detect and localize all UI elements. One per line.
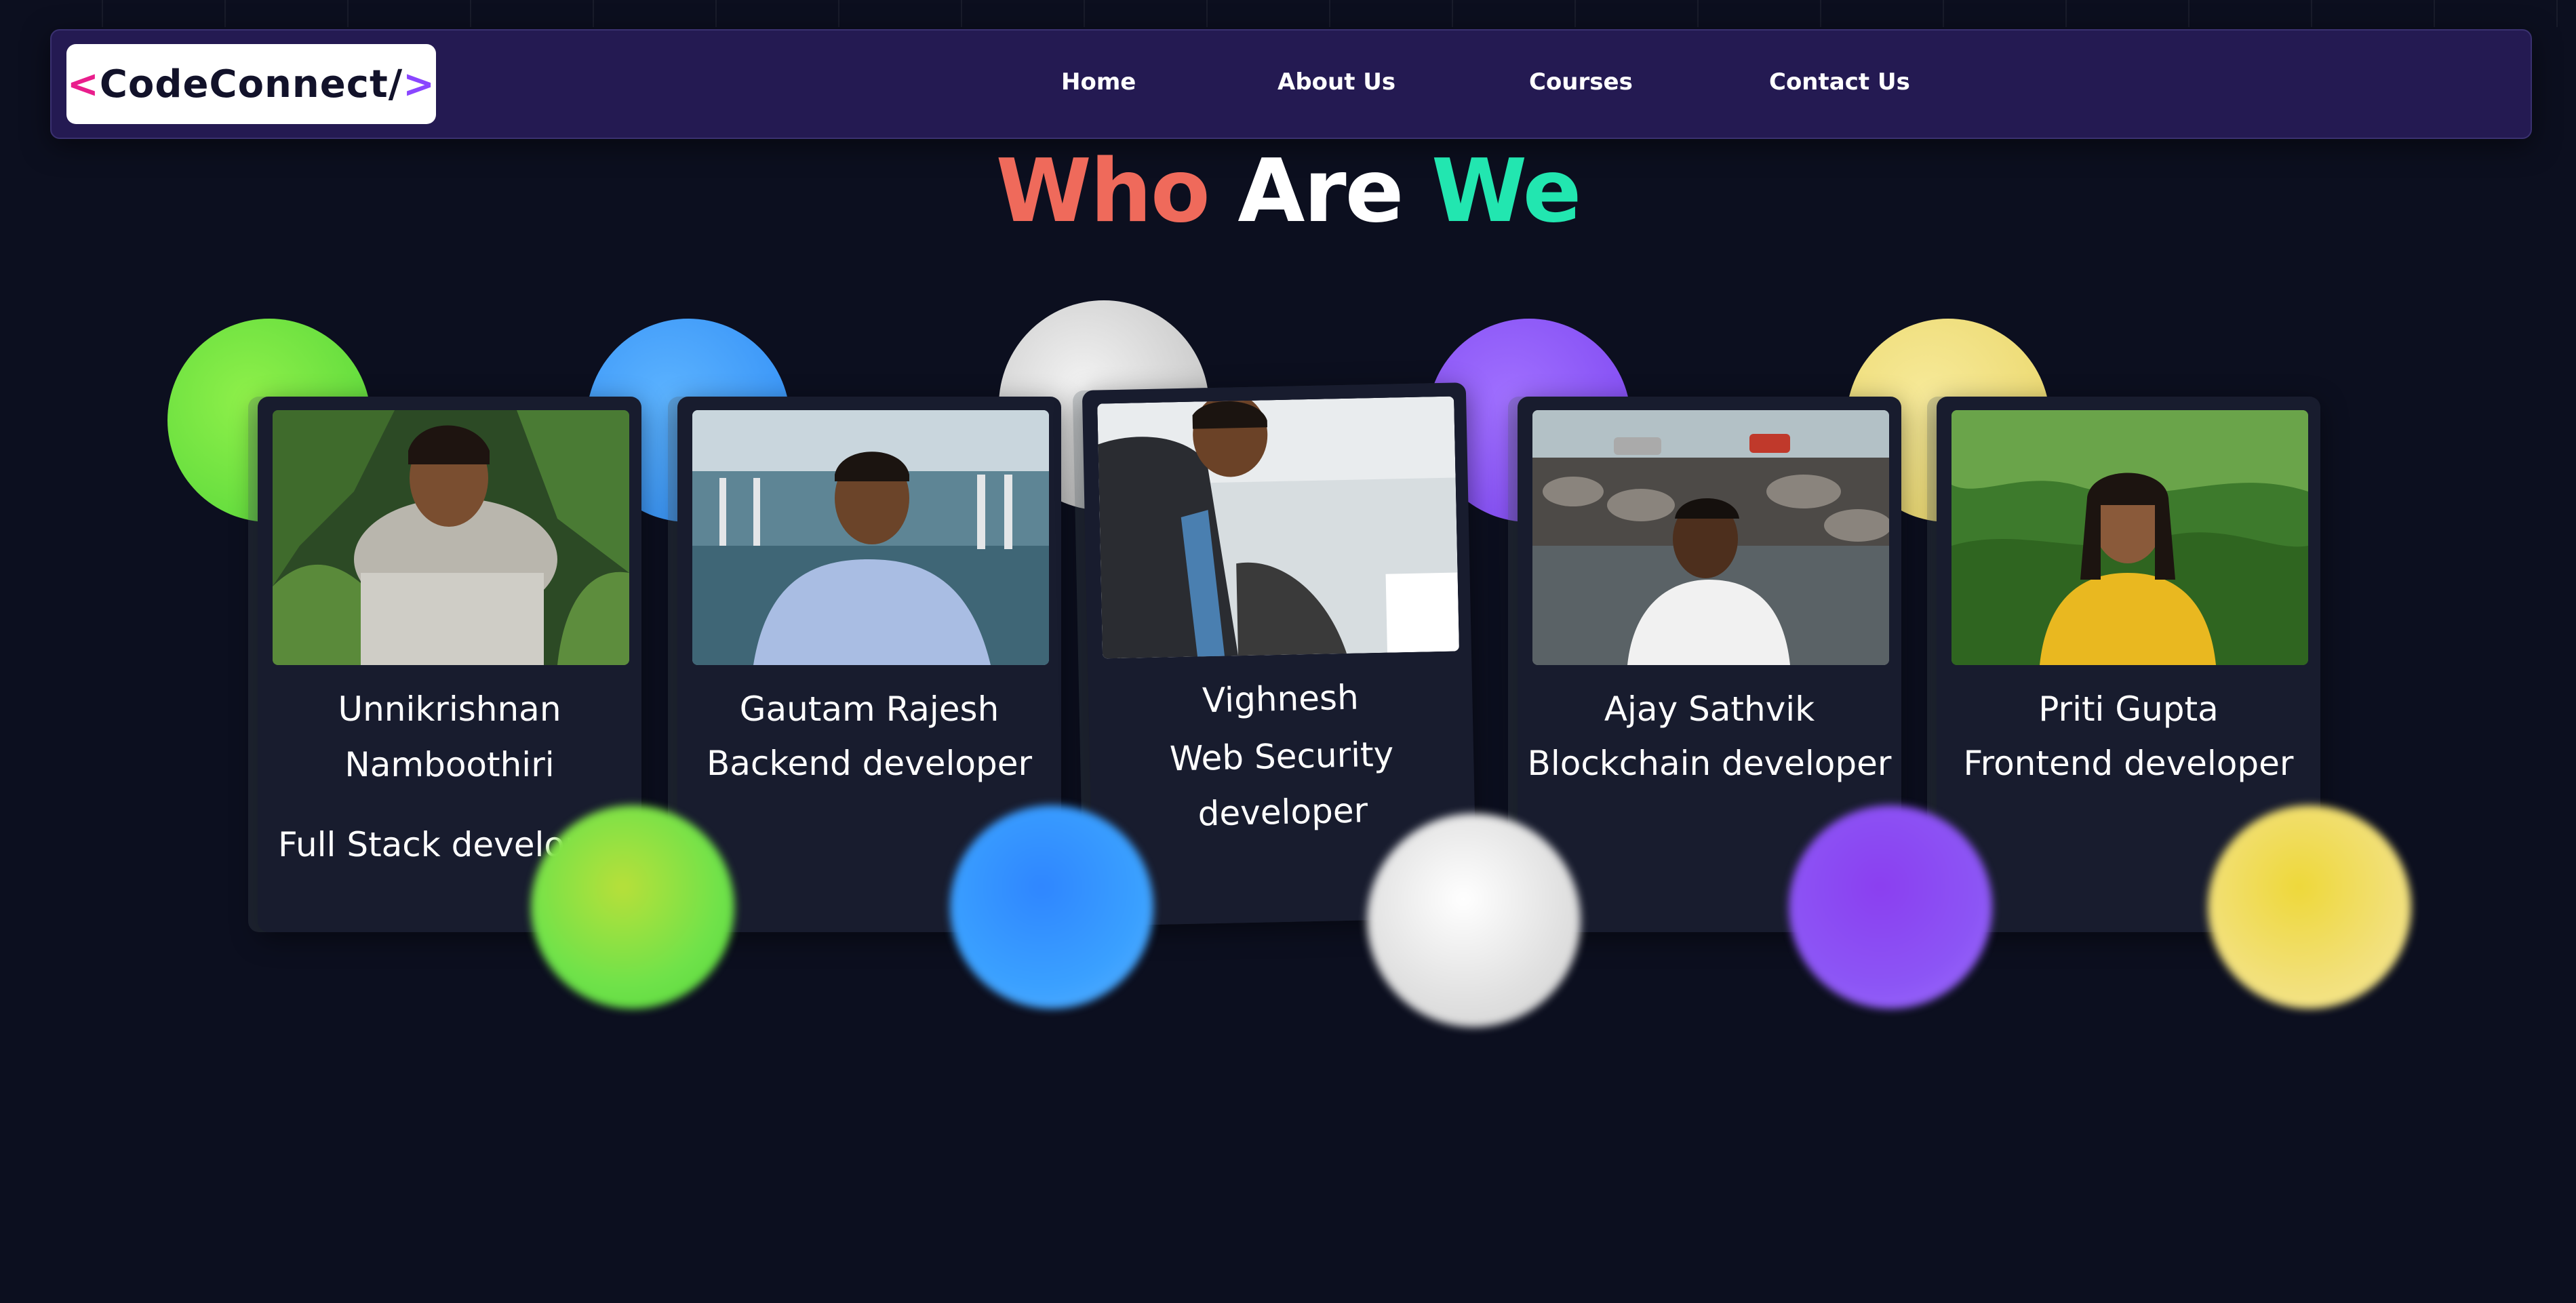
portrait-image <box>273 410 629 665</box>
accent-blob-purple-bottom <box>1789 805 1992 1009</box>
logo-text: CodeConnect/ <box>99 62 403 106</box>
member-name: Priti Gupta <box>2038 689 2219 729</box>
accent-blob-white-bottom <box>1367 814 1581 1027</box>
nav-link-courses[interactable]: Courses <box>1529 68 1633 96</box>
accent-blob-green-bottom <box>531 805 734 1009</box>
heading-word-who: Who <box>995 141 1210 242</box>
portrait-image <box>1097 396 1459 659</box>
team-photo <box>273 410 629 665</box>
nav-link-home[interactable]: Home <box>1061 68 1136 96</box>
nav-link-contact-us[interactable]: Contact Us <box>1769 68 1910 96</box>
logo-open-bracket: < <box>66 62 100 106</box>
accent-blob-yellow-bottom <box>2208 805 2411 1009</box>
member-name: Vighnesh <box>1202 677 1360 721</box>
member-role: Backend developer <box>706 744 1033 783</box>
member-role: Blockchain developer <box>1527 744 1892 783</box>
member-name: Ajay Sathvik <box>1604 689 1815 729</box>
heading-word-are: Are <box>1237 141 1404 242</box>
team-photo <box>1097 396 1459 659</box>
member-role: Web Security developer <box>1169 734 1394 834</box>
navbar: < CodeConnect/> Home About Us Courses Con… <box>50 29 2532 139</box>
portrait-image <box>692 410 1049 665</box>
heading-word-we: We <box>1431 141 1581 242</box>
member-name: Unnikrishnan Namboothiri <box>338 689 561 784</box>
logo[interactable]: < CodeConnect/> <box>66 44 436 124</box>
top-grid-decoration <box>0 0 2576 27</box>
team-photo <box>1532 410 1889 665</box>
portrait-image <box>1951 410 2308 665</box>
team-photo <box>1951 410 2308 665</box>
portrait-image <box>1532 410 1889 665</box>
logo-close-bracket: > <box>403 62 436 106</box>
team-photo <box>692 410 1049 665</box>
accent-blob-blue-bottom <box>950 805 1153 1009</box>
member-name: Gautam Rajesh <box>739 689 999 729</box>
member-role: Frontend developer <box>1963 744 2294 783</box>
section-heading: Who Are We <box>0 141 2576 242</box>
nav-link-about-us[interactable]: About Us <box>1277 68 1395 96</box>
